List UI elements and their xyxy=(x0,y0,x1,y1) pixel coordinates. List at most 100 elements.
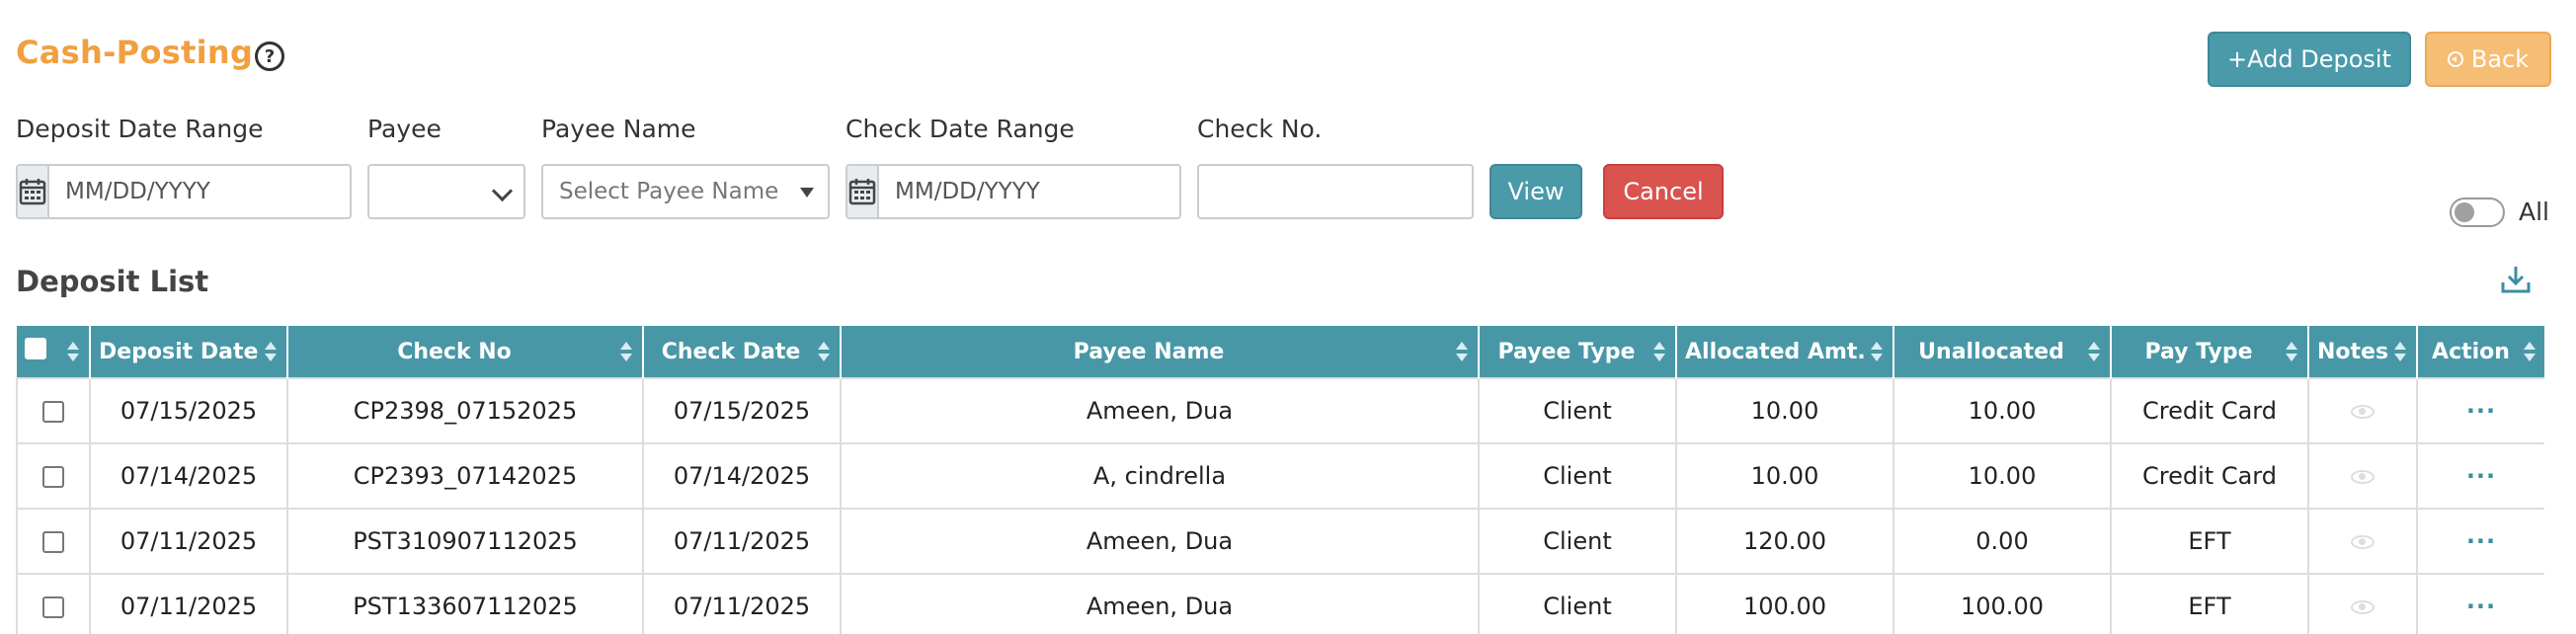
table-row: 07/15/2025 CP2398_07152025 07/15/2025 Am… xyxy=(16,377,2544,444)
unallocated-cell: 10.00 xyxy=(1892,377,2112,444)
sort-icon[interactable] xyxy=(265,342,277,361)
deposit-date-cell: 07/11/2025 xyxy=(89,508,288,575)
allocated-cell: 120.00 xyxy=(1675,508,1894,575)
back-button[interactable]: Back xyxy=(2425,32,2551,87)
payee-type-cell: Client xyxy=(1478,573,1677,634)
calendar-icon[interactable] xyxy=(847,166,879,217)
cancel-button[interactable]: Cancel xyxy=(1603,164,1724,219)
action-cell: ··· xyxy=(2416,573,2544,634)
payee-type-cell: Client xyxy=(1478,377,1677,444)
allocated-cell: 100.00 xyxy=(1675,573,1894,634)
add-deposit-button[interactable]: +Add Deposit xyxy=(2208,32,2411,87)
action-cell: ··· xyxy=(2416,442,2544,510)
deposit-date-input[interactable] xyxy=(49,166,350,217)
payee-select[interactable] xyxy=(367,164,525,219)
column-header[interactable]: Deposit Date xyxy=(90,326,288,378)
sort-icon[interactable] xyxy=(620,342,632,361)
table-row: 07/11/2025 PST310907112025 07/11/2025 Am… xyxy=(16,508,2544,575)
check-no-cell: PST310907112025 xyxy=(286,508,644,575)
check-date-range-field xyxy=(845,164,1181,219)
column-header-label: Payee Name xyxy=(1073,339,1225,364)
cash-posting-page: Cash-Posting ? +Add Deposit Back Deposit… xyxy=(0,0,2576,634)
deposit-date-cell: 07/11/2025 xyxy=(89,573,288,634)
deposit-table-container: Deposit Date Check No Check Date Payee N… xyxy=(16,326,2544,634)
allocated-cell: 10.00 xyxy=(1675,442,1894,510)
check-no-cell: CP2398_07152025 xyxy=(286,377,644,444)
unallocated-cell: 0.00 xyxy=(1892,508,2112,575)
payee-name-cell: A, cindrella xyxy=(840,442,1480,510)
row-select-cell xyxy=(16,573,91,634)
check-date-cell: 07/11/2025 xyxy=(642,573,842,634)
sort-icon[interactable] xyxy=(818,342,830,361)
check-no-input[interactable] xyxy=(1197,164,1474,219)
payee-name-cell: Ameen, Dua xyxy=(840,508,1480,575)
eye-icon[interactable] xyxy=(2351,600,2375,614)
column-header[interactable]: Payee Name xyxy=(841,326,1480,378)
question-circle-icon[interactable]: ? xyxy=(255,41,284,71)
sort-icon[interactable] xyxy=(1653,342,1665,361)
download-icon[interactable] xyxy=(2499,263,2533,296)
sort-icon[interactable] xyxy=(67,342,79,361)
column-header-label: Action xyxy=(2432,339,2510,364)
unallocated-cell: 100.00 xyxy=(1892,573,2112,634)
notes-cell xyxy=(2307,573,2418,634)
column-header[interactable]: Unallocated xyxy=(1893,326,2112,378)
column-header[interactable]: Notes xyxy=(2308,326,2418,378)
column-header-label: Deposit Date xyxy=(99,339,259,364)
column-header[interactable]: Action xyxy=(2417,326,2544,378)
all-toggle-label: All xyxy=(2519,198,2549,226)
calendar-icon[interactable] xyxy=(18,166,49,217)
more-actions-icon[interactable]: ··· xyxy=(2466,462,2496,490)
select-all-checkbox[interactable] xyxy=(25,338,46,359)
check-no-cell: PST133607112025 xyxy=(286,573,644,634)
deposit-date-cell: 07/14/2025 xyxy=(89,442,288,510)
payee-name-select[interactable]: Select Payee Name xyxy=(541,164,830,219)
sort-icon[interactable] xyxy=(2394,342,2406,361)
sort-icon[interactable] xyxy=(2524,342,2536,361)
eye-icon[interactable] xyxy=(2351,405,2375,419)
all-toggle[interactable] xyxy=(2450,198,2505,227)
more-actions-icon[interactable]: ··· xyxy=(2466,593,2496,620)
column-header[interactable]: Check Date xyxy=(643,326,842,378)
check-date-input[interactable] xyxy=(879,166,1179,217)
deposit-date-range-label: Deposit Date Range xyxy=(16,115,264,143)
deposit-date-range-field xyxy=(16,164,352,219)
back-button-label: Back xyxy=(2470,45,2530,73)
sort-icon[interactable] xyxy=(1871,342,1883,361)
row-checkbox[interactable] xyxy=(42,596,64,618)
payee-name-cell: Ameen, Dua xyxy=(840,573,1480,634)
column-header[interactable]: Pay Type xyxy=(2111,326,2309,378)
more-actions-icon[interactable]: ··· xyxy=(2466,527,2496,555)
column-header-label: Check Date xyxy=(661,339,801,364)
row-checkbox[interactable] xyxy=(42,466,64,488)
pay-type-cell: Credit Card xyxy=(2110,377,2309,444)
column-header[interactable]: Payee Type xyxy=(1479,326,1677,378)
column-header-label: Payee Type xyxy=(1497,339,1636,364)
pay-type-cell: EFT xyxy=(2110,508,2309,575)
page-title: Cash-Posting xyxy=(16,34,254,71)
more-actions-icon[interactable]: ··· xyxy=(2466,397,2496,425)
sort-icon[interactable] xyxy=(1456,342,1468,361)
sort-icon[interactable] xyxy=(2088,342,2100,361)
check-date-cell: 07/15/2025 xyxy=(642,377,842,444)
eye-icon[interactable] xyxy=(2351,470,2375,484)
payee-name-label: Payee Name xyxy=(541,115,696,143)
view-button[interactable]: View xyxy=(1489,164,1582,219)
arrow-left-circle-icon xyxy=(2447,51,2463,67)
eye-icon[interactable] xyxy=(2351,535,2375,549)
row-checkbox[interactable] xyxy=(42,401,64,423)
payee-type-cell: Client xyxy=(1478,508,1677,575)
sort-icon[interactable] xyxy=(2286,342,2297,361)
select-all-header xyxy=(17,326,91,378)
chevron-down-icon xyxy=(491,180,514,202)
deposit-date-cell: 07/15/2025 xyxy=(89,377,288,444)
notes-cell xyxy=(2307,377,2418,444)
column-header[interactable]: Allocated Amt. xyxy=(1676,326,1894,378)
row-select-cell xyxy=(16,508,91,575)
row-checkbox[interactable] xyxy=(42,531,64,553)
notes-cell xyxy=(2307,442,2418,510)
table-row: 07/11/2025 PST133607112025 07/11/2025 Am… xyxy=(16,573,2544,634)
table-row: 07/14/2025 CP2393_07142025 07/14/2025 A,… xyxy=(16,442,2544,510)
column-header[interactable]: Check No xyxy=(287,326,644,378)
column-header-label: Allocated Amt. xyxy=(1685,339,1866,364)
